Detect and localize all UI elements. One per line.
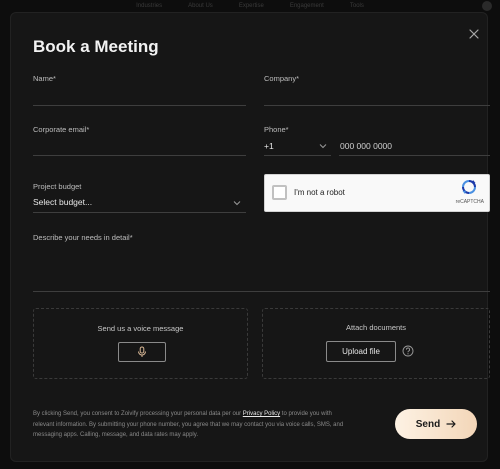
phone-label: Phone* [264, 125, 289, 134]
phone-input[interactable]: 000 000 0000 [340, 141, 392, 151]
budget-select[interactable]: Select budget... [33, 197, 92, 207]
phone-code-underline [264, 155, 331, 156]
send-button[interactable]: Send [395, 409, 477, 439]
backdrop-nav: Industries About Us Expertise Engagement… [0, 0, 500, 12]
backdrop-nav-item: Industries [136, 3, 163, 9]
phone-underline [339, 155, 490, 156]
backdrop-nav-item: Expertise [238, 3, 264, 9]
upload-file-button[interactable]: Upload file [326, 341, 396, 362]
record-voice-button[interactable] [118, 342, 166, 362]
voice-caption: Send us a voice message [97, 324, 184, 333]
legal-consent-text: By clicking Send, you consent to Zoivify… [33, 409, 353, 441]
email-label: Corporate email* [33, 125, 90, 134]
recaptcha-icon [462, 180, 476, 194]
phone-country-code[interactable]: +1 [264, 141, 274, 151]
needs-textarea[interactable] [33, 291, 490, 292]
chevron-down-icon[interactable] [233, 200, 241, 206]
recaptcha-label: I'm not a robot [294, 188, 345, 197]
budget-label: Project budget [33, 182, 82, 191]
attach-documents-box: Attach documents Upload file [262, 308, 490, 379]
legal-text-before: By clicking Send, you consent to Zoivify… [33, 411, 243, 417]
book-meeting-modal: Book a Meeting Name* Company* Corporate … [10, 12, 490, 462]
send-label: Send [415, 418, 441, 430]
question-circle-icon[interactable] [402, 345, 414, 357]
recaptcha-checkbox[interactable] [272, 185, 287, 200]
backdrop-nav-item: Engagement [289, 3, 324, 9]
company-field[interactable] [264, 105, 490, 106]
chevron-down-icon[interactable] [319, 143, 327, 149]
needs-label: Describe your needs in detail* [33, 233, 133, 242]
privacy-policy-link[interactable]: Privacy Policy [243, 411, 280, 417]
recaptcha-widget: I'm not a robot reCAPTCHA [264, 174, 490, 212]
company-label: Company* [264, 74, 300, 83]
backdrop-nav-item: Tools [349, 3, 364, 9]
arrow-right-icon [446, 420, 456, 428]
email-field[interactable] [33, 155, 246, 156]
voice-message-box: Send us a voice message [33, 308, 248, 379]
microphone-icon [138, 346, 146, 357]
backdrop-nav-item: About Us [188, 3, 213, 9]
name-label: Name* [33, 74, 56, 83]
close-icon[interactable] [467, 27, 481, 41]
recaptcha-brand: reCAPTCHA [455, 199, 484, 205]
avatar [482, 1, 492, 11]
attach-caption: Attach documents [345, 323, 407, 332]
name-field[interactable] [33, 105, 246, 106]
modal-title: Book a Meeting [33, 37, 159, 56]
budget-underline [33, 212, 246, 213]
